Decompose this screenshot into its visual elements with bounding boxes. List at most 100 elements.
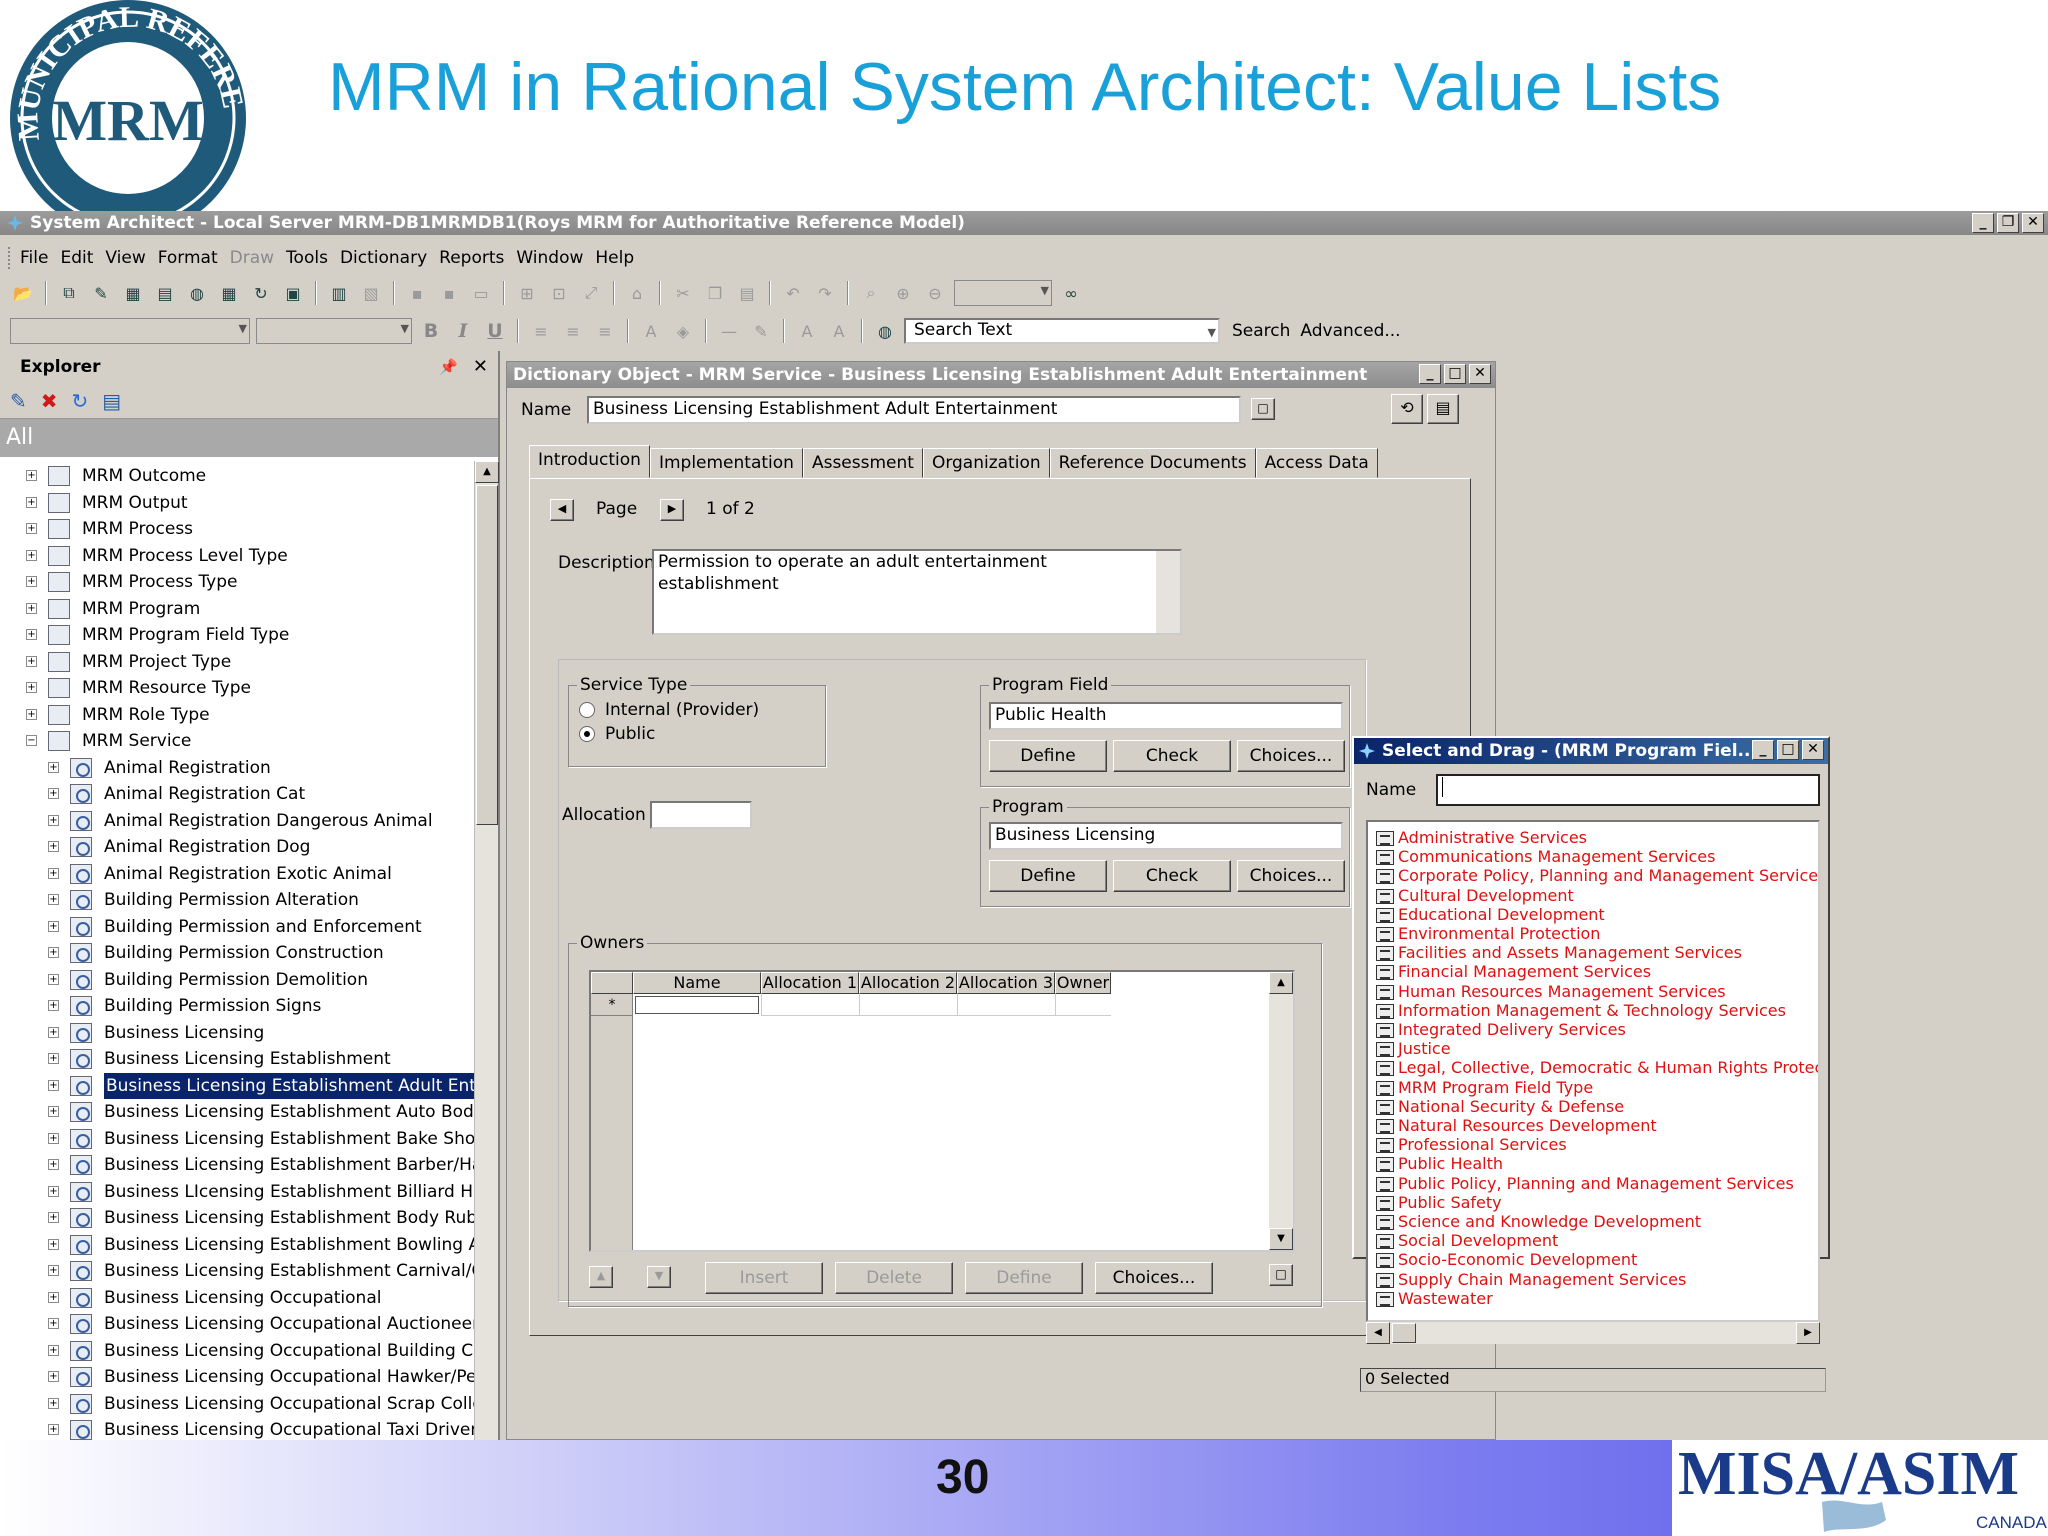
expand-icon[interactable]: + — [48, 1000, 59, 1011]
print-icon[interactable]: ▭ — [468, 280, 494, 306]
tree-item-service[interactable]: + Business Licensing — [0, 1020, 474, 1046]
expand-icon[interactable]: + — [48, 1265, 59, 1276]
owners-insert-button[interactable]: Insert — [705, 1262, 823, 1294]
program-field-list[interactable]: Administrative Services Communications Ma… — [1366, 820, 1820, 1322]
owners-choices-button[interactable]: Choices... — [1095, 1262, 1213, 1294]
column-allocation-3[interactable]: Allocation 3 — [957, 972, 1055, 994]
tree-item-service[interactable]: + Business Licensing Establishment Adult … — [0, 1072, 474, 1099]
tree-item-type[interactable]: + MRM Process Type — [0, 569, 474, 595]
line-color-icon[interactable]: ✎ — [748, 318, 774, 344]
expand-icon[interactable]: + — [48, 814, 59, 826]
owners-scroll-up-icon[interactable]: ▲ — [1269, 972, 1293, 994]
save-icon[interactable]: ▪ — [404, 280, 430, 306]
select-drag-titlebar[interactable]: Select and Drag - (MRM Program Fiel... _… — [1354, 738, 1828, 764]
expand-icon[interactable]: + — [48, 1026, 59, 1038]
column-allocation-1[interactable]: Allocation 1 — [761, 972, 859, 994]
tree-item-service[interactable]: + Business Licensing Establishment Auto B… — [0, 1099, 474, 1125]
menu-dictionary[interactable]: Dictionary — [340, 248, 427, 268]
expand-icon[interactable]: + — [48, 973, 59, 985]
tab-assessment[interactable]: Assessment — [802, 448, 923, 478]
expand-icon[interactable]: + — [48, 1397, 59, 1409]
tree-item-type[interactable]: + MRM Program — [0, 596, 474, 622]
expand-icon[interactable]: + — [48, 1291, 59, 1303]
group-icon[interactable]: ⊡ — [546, 280, 572, 306]
menu-reports[interactable]: Reports — [439, 248, 504, 268]
program-field-item[interactable]: Professional Services — [1376, 1135, 1567, 1154]
tree-item-service[interactable]: + Business Licensing Establishment — [0, 1046, 474, 1072]
web-globe-icon[interactable]: ◍ — [872, 318, 898, 344]
owners-scrollbar[interactable]: ▲ ▼ — [1269, 972, 1293, 1250]
move-down-icon[interactable]: ▼ — [647, 1266, 671, 1288]
owners-scroll-down-icon[interactable]: ▼ — [1269, 1228, 1293, 1250]
align-icon[interactable]: ⊞ — [514, 280, 540, 306]
expand-icon[interactable]: + — [48, 788, 59, 799]
tree-item-service[interactable]: + Business Licensing Occupational Buildin… — [0, 1338, 474, 1364]
new-diagram-icon[interactable]: ▥ — [326, 280, 352, 306]
history-icon[interactable]: ⟲ — [1391, 394, 1423, 424]
globe-icon[interactable]: ◍ — [184, 280, 210, 306]
program-choices-button[interactable]: Choices... — [1237, 860, 1345, 892]
expand-icon[interactable]: + — [26, 629, 37, 640]
list-hscrollbar[interactable]: ◀ ▶ — [1366, 1322, 1820, 1344]
expand-icon[interactable]: + — [48, 1238, 59, 1250]
program-field-item[interactable]: Social Development — [1376, 1231, 1558, 1250]
tree-item-service[interactable]: + Animal Registration — [0, 755, 474, 781]
tree-item-service[interactable]: + Business Licensing Occupational Hawker/… — [0, 1364, 474, 1390]
menu-edit[interactable]: Edit — [60, 248, 93, 268]
font-color-icon[interactable]: A — [638, 318, 664, 344]
tree-item-service[interactable]: + Business Licensing Establishment Body R… — [0, 1205, 474, 1231]
program-field-item[interactable]: Educational Development — [1376, 905, 1605, 924]
expand-icon[interactable]: + — [26, 549, 37, 561]
expand-icon[interactable]: + — [48, 1106, 59, 1117]
program-field-item[interactable]: Public Safety — [1376, 1193, 1502, 1212]
tree-item-service[interactable]: + Building Permission Alteration — [0, 887, 474, 913]
select-minimize-icon[interactable]: _ — [1752, 740, 1774, 760]
expand-icon[interactable]: + — [26, 682, 37, 693]
tab-access-data[interactable]: Access Data — [1255, 448, 1378, 478]
zoom-combo[interactable]: ▼ — [954, 280, 1052, 306]
owners-expand-icon[interactable]: □ — [1269, 1264, 1293, 1286]
program-field-item[interactable]: Public Policy, Planning and Management S… — [1376, 1174, 1794, 1193]
stack-icon[interactable]: ▤ — [152, 280, 178, 306]
program-field-item[interactable]: Public Health — [1376, 1154, 1503, 1173]
advanced-search-button[interactable]: Advanced... — [1300, 321, 1400, 341]
select-close-icon[interactable]: ✕ — [1802, 740, 1824, 760]
edit-object-icon[interactable]: ✎ — [88, 280, 114, 306]
expand-icon[interactable]: + — [26, 523, 37, 534]
program-field-item[interactable]: Corporate Policy, Planning and Managemen… — [1376, 866, 1818, 885]
program-field-item[interactable]: Supply Chain Management Services — [1376, 1270, 1686, 1289]
expand-icon[interactable]: + — [48, 867, 59, 879]
dictionary-titlebar[interactable]: Dictionary Object - MRM Service - Busine… — [507, 362, 1495, 388]
scroll-thumb[interactable] — [476, 485, 498, 825]
expand-icon[interactable]: + — [48, 1424, 59, 1435]
tree-item-service[interactable]: + Building Permission Demolition — [0, 967, 474, 993]
tree-item-service[interactable]: + Animal Registration Dog — [0, 834, 474, 860]
scroll-left-icon[interactable]: ◀ — [1366, 1322, 1390, 1344]
menu-window[interactable]: Window — [516, 248, 583, 268]
menu-view[interactable]: View — [105, 248, 145, 268]
tree-item-type[interactable]: + MRM Output — [0, 490, 474, 516]
explorer-close-icon[interactable]: ✕ — [473, 351, 488, 383]
expand-icon[interactable]: + — [26, 576, 37, 587]
program-field-item[interactable]: Integrated Delivery Services — [1376, 1020, 1626, 1039]
fill-color-icon[interactable]: ◈ — [670, 318, 696, 344]
tree-item-type[interactable]: + MRM Project Type — [0, 649, 474, 675]
expand-icon[interactable]: + — [26, 602, 37, 614]
zoom-in-icon[interactable]: ⊕ — [890, 280, 916, 306]
tree-item-type[interactable]: + MRM Resource Type — [0, 675, 474, 701]
tree-item-service[interactable]: + Business Licensing Occupational Auction… — [0, 1311, 474, 1337]
expand-icon[interactable]: + — [48, 920, 59, 932]
owners-define-button[interactable]: Define — [965, 1262, 1083, 1294]
new-owner-name-cell[interactable] — [635, 996, 759, 1014]
program-check-button[interactable]: Check — [1113, 860, 1231, 892]
tree-item-type[interactable]: + MRM Process Level Type — [0, 543, 474, 569]
search-text-combo[interactable]: Search Text ▼ — [904, 318, 1220, 344]
program-field-item[interactable]: Information Management & Technology Serv… — [1376, 1001, 1786, 1020]
delete-icon[interactable]: ✖ — [41, 389, 58, 413]
dict-maximize-icon[interactable]: □ — [1444, 364, 1466, 384]
align-left-icon[interactable]: ≡ — [528, 318, 554, 344]
tab-implementation[interactable]: Implementation — [649, 448, 803, 478]
tree-item-service[interactable]: + Business LIcensing Establishment Billia… — [0, 1179, 474, 1205]
collapse-icon[interactable]: − — [26, 735, 37, 746]
text-grow-icon[interactable]: A — [794, 318, 820, 344]
